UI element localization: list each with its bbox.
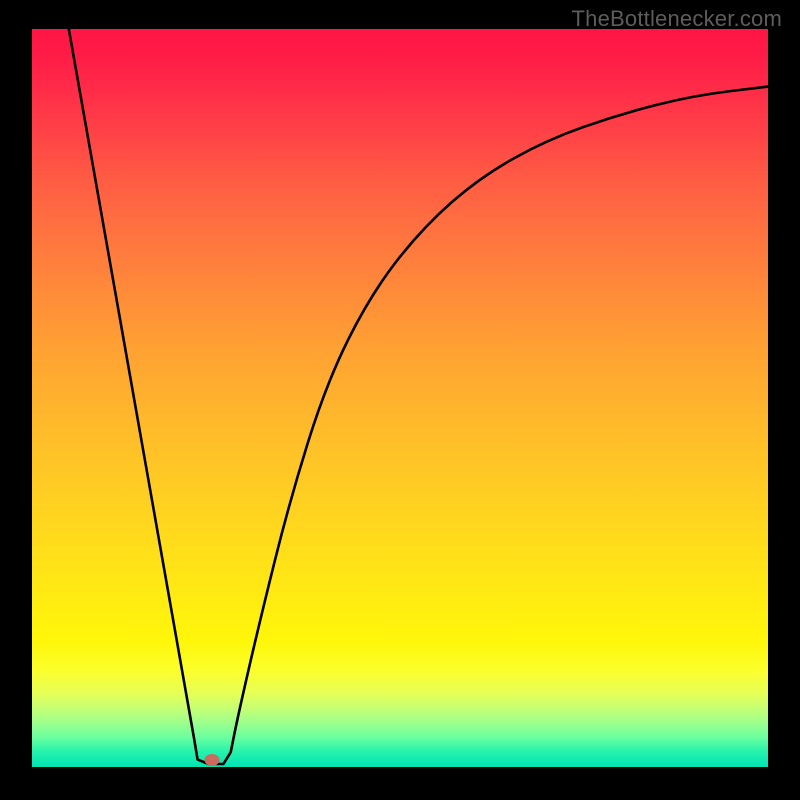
optimal-point-marker	[205, 754, 220, 766]
plot-area	[32, 29, 768, 767]
watermark-text: TheBottlenecker.com	[572, 6, 782, 32]
bottleneck-curve	[32, 29, 768, 767]
